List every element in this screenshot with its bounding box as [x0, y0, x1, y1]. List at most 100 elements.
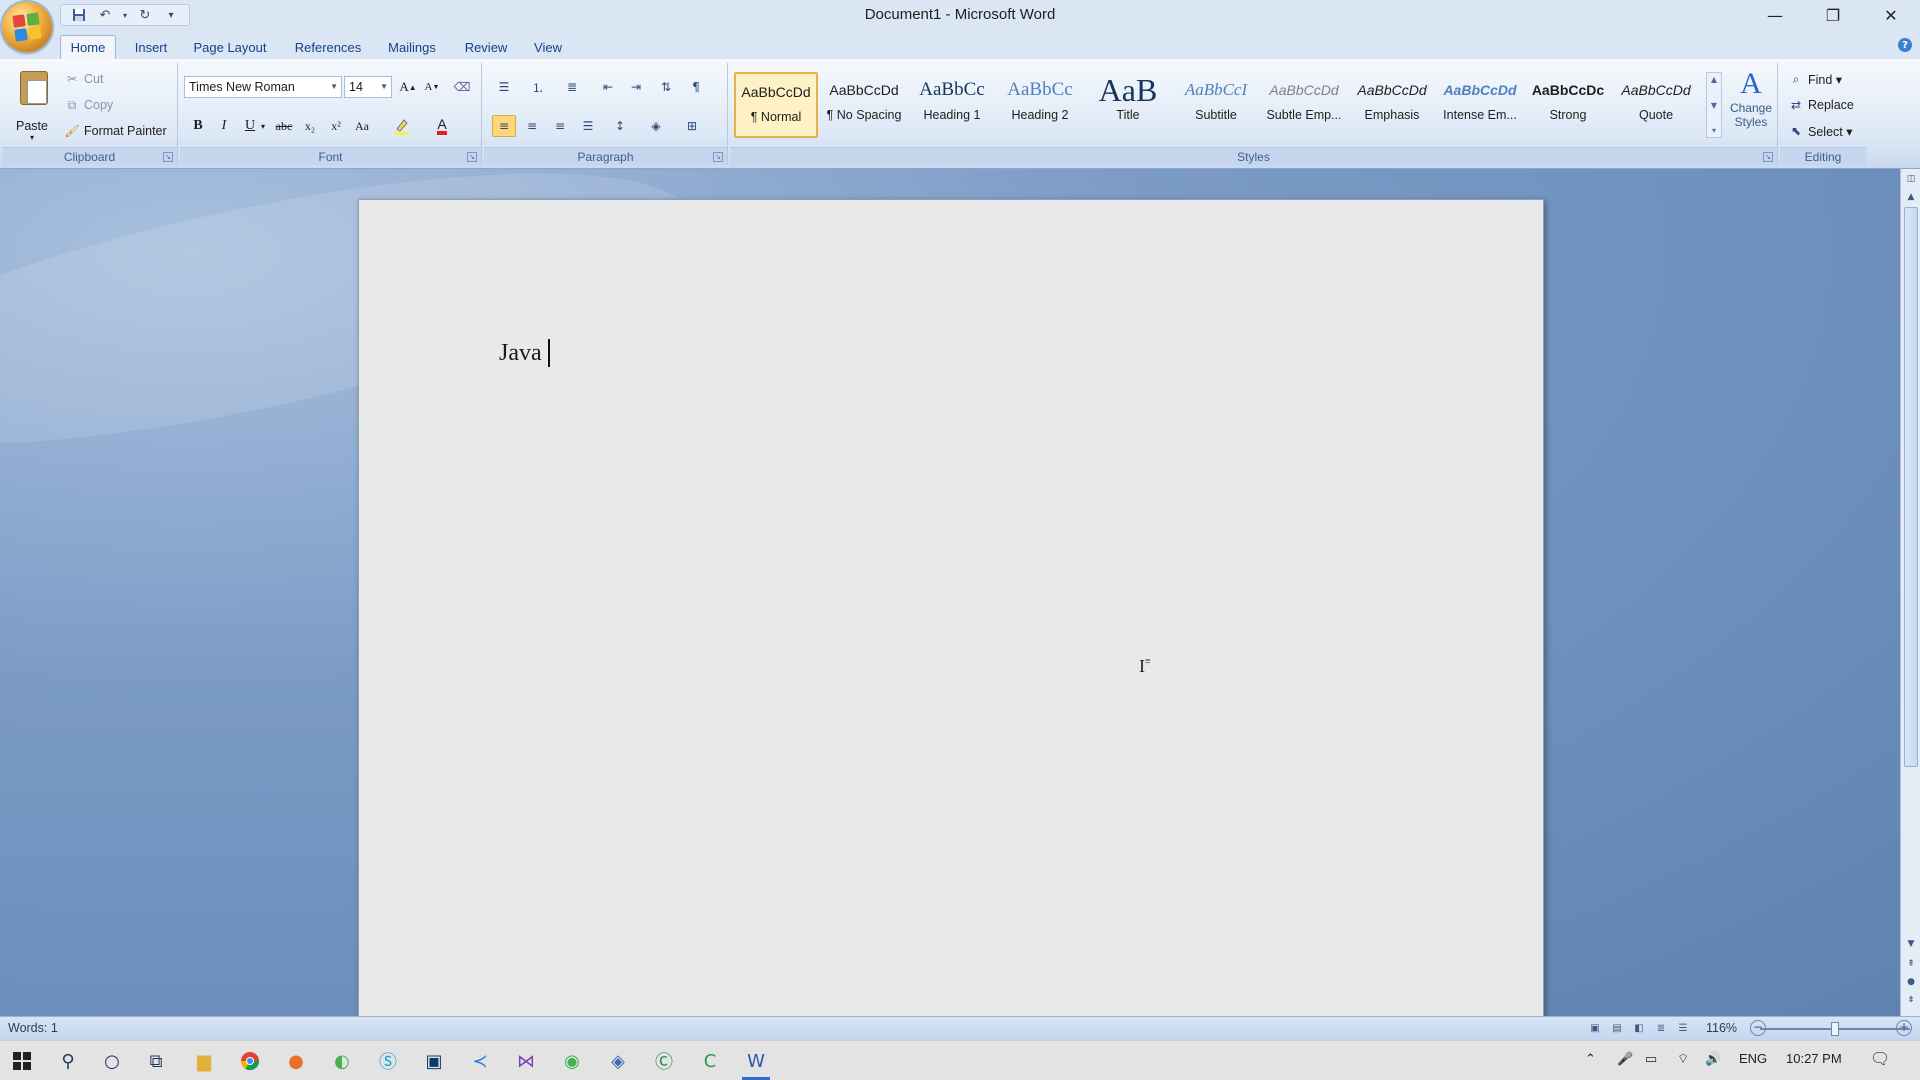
copy-button[interactable]: Copy: [84, 98, 113, 112]
restore-button[interactable]: ❐: [1804, 0, 1862, 31]
select-browse-object-icon[interactable]: ●: [1903, 974, 1919, 990]
tab-home[interactable]: Home: [60, 35, 116, 59]
paste-button[interactable]: Paste ▾: [10, 69, 58, 145]
battery-icon[interactable]: ▭: [1645, 1051, 1657, 1067]
undo-icon[interactable]: ↶: [95, 6, 115, 24]
app-leaf-icon[interactable]: ◉: [556, 1047, 588, 1075]
style-intense-emphasis[interactable]: AaBbCcDd Intense Em...: [1438, 72, 1522, 138]
clipboard-launcher-icon[interactable]: ↘: [163, 152, 173, 162]
style-heading-1[interactable]: AaBbCc Heading 1: [910, 72, 994, 138]
scroll-thumb[interactable]: [1904, 207, 1918, 767]
paragraph-launcher-icon[interactable]: ↘: [713, 152, 723, 162]
redo-icon[interactable]: ↻: [135, 6, 155, 24]
shading-icon[interactable]: ◈: [644, 115, 668, 137]
next-page-icon[interactable]: ⇟: [1903, 992, 1919, 1008]
print-layout-icon[interactable]: ▣: [1586, 1020, 1604, 1037]
app-people-icon[interactable]: ◈: [602, 1047, 634, 1075]
bold-button[interactable]: B: [186, 115, 210, 137]
full-screen-reading-icon[interactable]: ▤: [1608, 1020, 1626, 1037]
format-painter-button[interactable]: Format Painter: [84, 124, 167, 138]
app-green-c-icon[interactable]: Ⓒ: [648, 1047, 680, 1075]
clock[interactable]: 10:27 PM: [1786, 1051, 1842, 1066]
office-button[interactable]: [2, 2, 52, 52]
volume-icon[interactable]: 🔊: [1705, 1051, 1721, 1067]
styles-launcher-icon[interactable]: ↘: [1763, 152, 1773, 162]
help-icon[interactable]: ?: [1898, 38, 1912, 52]
app-c-icon[interactable]: C: [694, 1047, 726, 1075]
customize-icon[interactable]: ▾: [161, 6, 181, 24]
tab-view[interactable]: View: [526, 35, 570, 59]
outline-icon[interactable]: ≣: [1652, 1020, 1670, 1037]
replace-button[interactable]: Replace: [1808, 98, 1854, 112]
change-styles-button[interactable]: A Change Styles: [1726, 67, 1776, 143]
search-icon[interactable]: ⚲: [52, 1047, 84, 1075]
style-subtitle[interactable]: AaBbCcI Subtitle: [1174, 72, 1258, 138]
multilevel-list-icon[interactable]: ≣: [560, 76, 584, 98]
show-hidden-icons-icon[interactable]: ⌃: [1585, 1051, 1596, 1067]
chrome-icon[interactable]: [234, 1047, 266, 1075]
microphone-icon[interactable]: 🎤: [1617, 1051, 1633, 1067]
font-size-select[interactable]: 14 ▼: [344, 76, 392, 98]
underline-dropdown-icon[interactable]: ▾: [258, 115, 268, 137]
style-normal[interactable]: AaBbCcDd ¶ Normal: [734, 72, 818, 138]
styles-gallery-scroll[interactable]: ▲ ▼ ▾: [1706, 72, 1722, 138]
style-title[interactable]: AaB Title: [1086, 72, 1170, 138]
font-family-select[interactable]: Times New Roman ▼: [184, 76, 342, 98]
subscript-button[interactable]: x₂: [298, 115, 322, 137]
more-icon[interactable]: ▾: [1712, 126, 1716, 135]
zoom-slider-thumb[interactable]: [1831, 1022, 1839, 1036]
chevron-up-icon[interactable]: ▲: [1711, 75, 1717, 84]
previous-page-icon[interactable]: ⇞: [1903, 956, 1919, 972]
increase-indent-icon[interactable]: ⇥: [624, 76, 648, 98]
tab-review[interactable]: Review: [458, 35, 514, 59]
justify-icon[interactable]: ☰: [576, 115, 600, 137]
strikethrough-button[interactable]: abc: [272, 115, 296, 137]
draft-icon[interactable]: ☰: [1674, 1020, 1692, 1037]
superscript-button[interactable]: x²: [324, 115, 348, 137]
word-count[interactable]: Words: 1: [8, 1021, 58, 1035]
visual-studio-icon[interactable]: ⋈: [510, 1047, 542, 1075]
show-formatting-icon[interactable]: ¶: [684, 76, 708, 98]
change-case-button[interactable]: Aa: [350, 115, 374, 137]
style-strong[interactable]: AaBbCcDc Strong: [1526, 72, 1610, 138]
align-left-icon[interactable]: ≡: [492, 115, 516, 137]
font-launcher-icon[interactable]: ↘: [467, 152, 477, 162]
undo-dropdown-icon[interactable]: ▾: [121, 6, 129, 24]
decrease-indent-icon[interactable]: ⇤: [596, 76, 620, 98]
highlight-icon[interactable]: [390, 115, 414, 137]
grow-font-icon[interactable]: A ▲: [396, 76, 420, 98]
cut-button[interactable]: Cut: [84, 72, 103, 86]
scroll-down-icon[interactable]: ▼: [1903, 936, 1919, 952]
cortana-icon[interactable]: ○: [96, 1047, 128, 1075]
word-icon[interactable]: W: [740, 1047, 772, 1080]
document-page[interactable]: Java I≡: [358, 199, 1544, 1016]
style-subtle-emphasis[interactable]: AaBbCcDd Subtle Emp...: [1262, 72, 1346, 138]
bullets-icon[interactable]: ☰: [492, 76, 516, 98]
clear-formatting-icon[interactable]: ⌫: [450, 76, 474, 98]
wifi-icon[interactable]: ⌔: [1677, 1051, 1689, 1067]
find-button[interactable]: Find ▾: [1808, 72, 1842, 87]
file-explorer-icon[interactable]: ▆: [188, 1047, 220, 1075]
document-body[interactable]: Java: [499, 339, 550, 367]
save-icon[interactable]: [69, 6, 89, 24]
firefox-icon[interactable]: ●: [280, 1047, 312, 1075]
language-indicator[interactable]: ENG: [1739, 1051, 1767, 1066]
style-heading-2[interactable]: AaBbCc Heading 2: [998, 72, 1082, 138]
numbering-icon[interactable]: ⒈: [526, 76, 550, 98]
font-color-icon[interactable]: A: [430, 115, 454, 137]
app-green-icon[interactable]: ◐: [326, 1047, 358, 1075]
italic-button[interactable]: I: [212, 115, 236, 137]
task-view-icon[interactable]: ⧉: [140, 1047, 172, 1075]
view-ruler-icon[interactable]: ◫: [1903, 171, 1919, 187]
app-dark-blue-icon[interactable]: ▣: [418, 1047, 450, 1075]
close-button[interactable]: ✕: [1862, 0, 1920, 31]
tab-references[interactable]: References: [288, 35, 368, 59]
zoom-level[interactable]: 116%: [1706, 1021, 1737, 1035]
sort-icon[interactable]: ⇅: [654, 76, 678, 98]
shrink-font-icon[interactable]: A ▼: [420, 76, 444, 98]
align-center-icon[interactable]: ≡: [520, 115, 544, 137]
align-right-icon[interactable]: ≡: [548, 115, 572, 137]
skype-icon[interactable]: Ⓢ: [372, 1047, 404, 1075]
style-quote[interactable]: AaBbCcDd Quote: [1614, 72, 1698, 138]
chevron-down-icon[interactable]: ▼: [1711, 101, 1717, 110]
